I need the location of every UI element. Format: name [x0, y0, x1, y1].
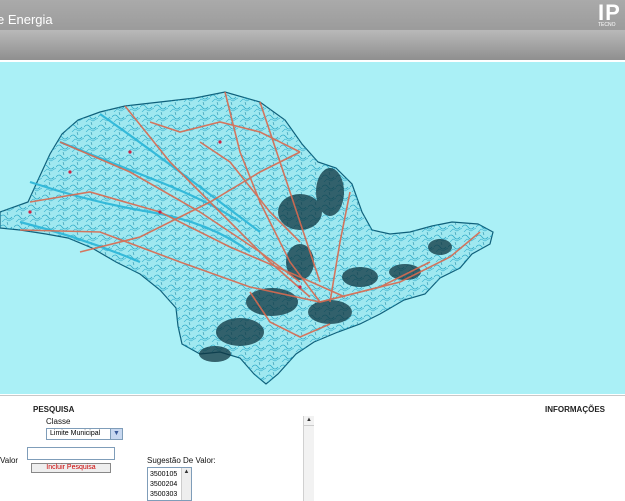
header-title: e Energia — [0, 12, 53, 27]
include-search-button[interactable]: Incluir Pesquisa — [31, 463, 111, 473]
scroll-up-icon[interactable]: ▲ — [304, 416, 314, 426]
scroll-up-icon[interactable]: ▲ — [182, 468, 191, 477]
suggestion-list[interactable]: 3500105 3500204 3500303 ▲ — [147, 467, 192, 501]
map-view[interactable]: 0 35 70 105 — [0, 62, 625, 452]
search-title: PESQUISA — [33, 405, 75, 414]
map-canvas[interactable] — [0, 62, 625, 394]
panel-scrollbar[interactable]: ▲ — [303, 416, 314, 501]
ipt-logo: IP TECNO — [595, 0, 625, 28]
list-item[interactable]: 3500105 — [150, 470, 177, 480]
search-panel: PESQUISA Classe Limite Municipal ▼ Valor… — [0, 395, 625, 501]
class-label: Classe — [46, 417, 71, 426]
chevron-down-icon[interactable]: ▼ — [110, 429, 122, 439]
logo-subtext: TECNO — [598, 22, 616, 28]
value-input[interactable] — [27, 447, 115, 460]
suggestion-label: Sugestão De Valor: — [147, 456, 216, 465]
app-header: e Energia IP TECNO — [0, 0, 625, 60]
class-select-value: Limite Municipal — [50, 430, 101, 437]
class-select[interactable]: Limite Municipal ▼ — [46, 428, 123, 440]
list-scrollbar[interactable]: ▲ — [181, 468, 191, 500]
value-label: Valor — [0, 456, 19, 465]
list-item[interactable]: 3500204 — [150, 480, 177, 490]
header-band — [0, 30, 625, 60]
info-title: INFORMAÇÕES — [545, 405, 605, 414]
list-item[interactable]: 3500303 — [150, 490, 177, 500]
